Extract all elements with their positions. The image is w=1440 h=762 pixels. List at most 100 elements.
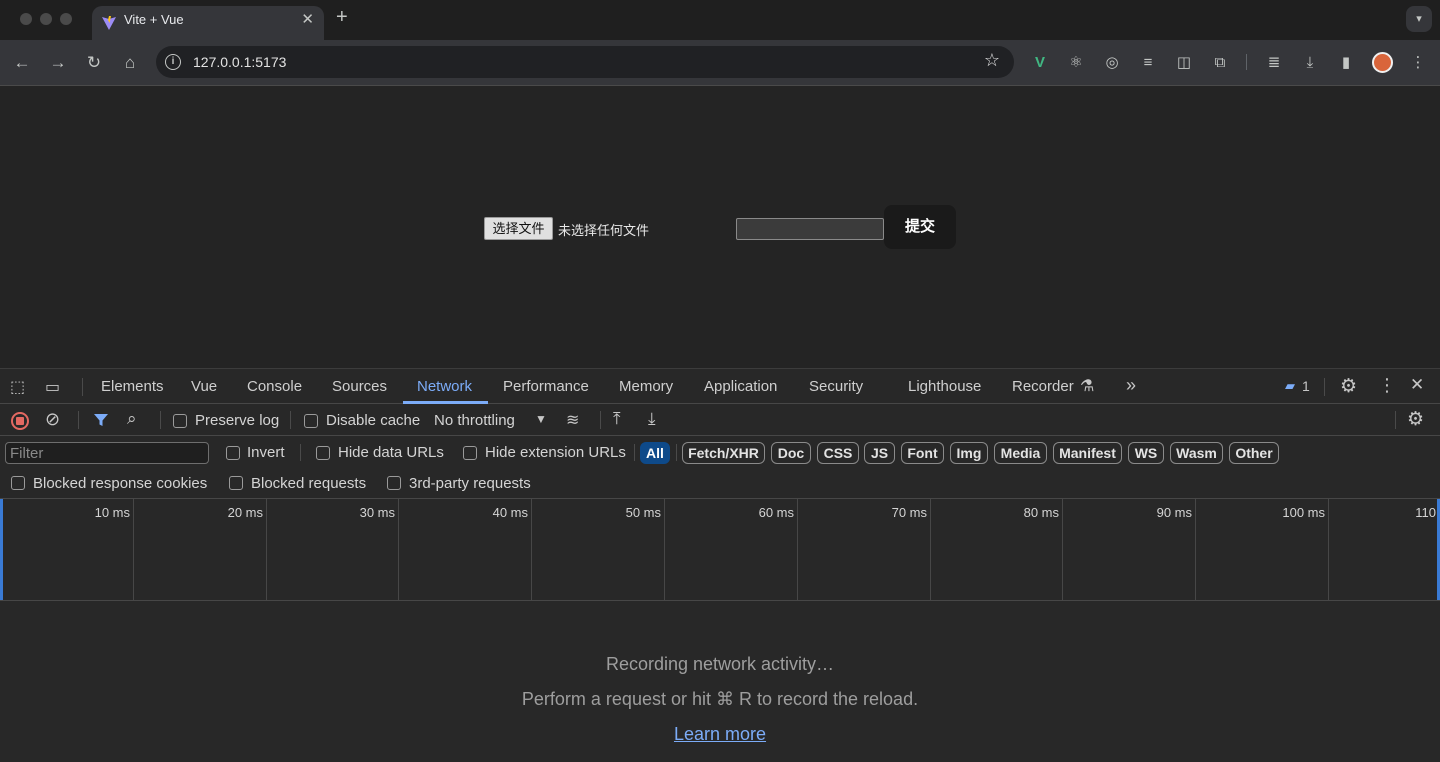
choose-file-button[interactable]: 选择文件 (484, 217, 553, 240)
target-extension-icon[interactable]: ◎ (1102, 53, 1122, 73)
reload-icon[interactable]: ↻ (81, 50, 107, 76)
network-settings-gear-icon[interactable]: ⚙ (1407, 408, 1424, 431)
preserve-log-label[interactable]: Preserve log (195, 412, 279, 429)
browser-tab[interactable]: Vite + Vue ✕ (92, 6, 324, 40)
file-status-text: 未选择任何文件 (558, 223, 650, 238)
blocked-requests-label[interactable]: Blocked requests (251, 475, 366, 492)
messages-count[interactable]: 1 (1302, 378, 1310, 394)
disable-cache-label[interactable]: Disable cache (326, 412, 420, 429)
react-extension-icon[interactable]: ⚛ (1066, 53, 1086, 73)
timeline-gridline (664, 499, 665, 600)
type-filter-doc[interactable]: Doc (771, 442, 811, 464)
tab-performance[interactable]: Performance (503, 378, 589, 395)
vite-icon (102, 16, 116, 30)
third-party-requests-label[interactable]: 3rd-party requests (409, 475, 531, 492)
vue-devtools-extension-icon[interactable]: V (1030, 53, 1050, 73)
search-icon[interactable]: ⌕ (127, 409, 137, 429)
back-icon[interactable]: ← (9, 50, 35, 76)
invert-checkbox[interactable] (226, 446, 240, 460)
redux-extension-icon[interactable]: ≡ (1138, 53, 1158, 73)
download-icon[interactable]: ⤓ (1300, 53, 1320, 73)
tab-security[interactable]: Security (809, 378, 863, 395)
inspect-element-icon[interactable]: ⬚ (10, 377, 25, 397)
tab-console[interactable]: Console (247, 378, 302, 395)
blocked-requests-checkbox[interactable] (229, 476, 243, 490)
device-toolbar-icon[interactable]: ▭ (45, 377, 60, 397)
close-tab-icon[interactable]: ✕ (301, 10, 314, 28)
timeline-left-handle[interactable] (0, 499, 3, 600)
tab-application[interactable]: Application (704, 378, 777, 395)
timeline-tick-label: 40 ms (492, 505, 528, 520)
tab-vue[interactable]: Vue (191, 378, 217, 395)
more-menu-icon[interactable]: ⋮ (1408, 53, 1428, 73)
new-tab-button[interactable]: + (336, 6, 348, 29)
type-filter-css[interactable]: CSS (817, 442, 859, 464)
type-filter-wasm[interactable]: Wasm (1170, 442, 1223, 464)
glasses-extension-icon[interactable]: ◫ (1174, 53, 1194, 73)
home-icon[interactable]: ⌂ (117, 50, 143, 76)
tab-lighthouse[interactable]: Lighthouse (908, 378, 981, 395)
preserve-log-checkbox[interactable] (173, 414, 187, 428)
tab-search-chevron-icon[interactable]: ▾ (1406, 6, 1432, 32)
bookmark-star-icon[interactable]: ☆ (984, 50, 1000, 71)
messages-icon[interactable]: ▰ (1285, 378, 1295, 394)
type-filter-img[interactable]: Img (950, 442, 988, 464)
throttling-select[interactable]: No throttling (434, 412, 515, 429)
side-panel-icon[interactable]: ▮ (1336, 53, 1356, 73)
blocked-filters-row: Blocked response cookies Blocked request… (0, 467, 1440, 499)
type-filter-other[interactable]: Other (1229, 442, 1279, 464)
tab-memory[interactable]: Memory (619, 378, 673, 395)
network-overview-timeline[interactable]: 10 ms 20 ms 30 ms 40 ms 50 ms 60 ms 70 ms 80 ms… (0, 499, 1440, 601)
export-har-icon[interactable]: ⤓ (648, 409, 656, 429)
disable-cache-checkbox[interactable] (304, 414, 318, 428)
record-stop-icon[interactable] (11, 412, 29, 430)
tab-sources[interactable]: Sources (332, 378, 387, 395)
settings-gear-icon[interactable]: ⚙ (1340, 375, 1357, 398)
submit-button[interactable]: 提交 (884, 205, 956, 249)
media-queue-icon[interactable]: ≣ (1264, 53, 1284, 73)
type-filter-ws[interactable]: WS (1128, 442, 1164, 464)
type-filter-media[interactable]: Media (994, 442, 1047, 464)
clear-icon[interactable]: ⊘ (45, 409, 60, 430)
filter-funnel-icon[interactable] (93, 412, 109, 428)
learn-more-link: Learn more (0, 724, 1440, 745)
site-info-icon[interactable]: i (165, 54, 181, 70)
throttling-dropdown-icon[interactable]: ▼ (535, 412, 547, 426)
network-conditions-icon[interactable]: ≋ (566, 410, 579, 430)
blocked-response-cookies-checkbox[interactable] (11, 476, 25, 490)
minimize-window-button[interactable] (40, 13, 52, 25)
more-tabs-chevron-icon[interactable]: » (1126, 375, 1136, 396)
type-filter-font[interactable]: Font (901, 442, 944, 464)
puzzle-extensions-icon[interactable]: ⧉ (1210, 53, 1230, 73)
customize-menu-icon[interactable]: ⋮ (1378, 375, 1396, 396)
invert-label[interactable]: Invert (247, 444, 285, 461)
network-toolbar: ⊘ ⌕ Preserve log Disable cache No thrott… (0, 404, 1440, 436)
filter-input[interactable]: Filter (5, 442, 209, 464)
address-bar[interactable]: i 127.0.0.1:5173 ☆ (156, 46, 1014, 78)
learn-more-link-text[interactable]: Learn more (674, 724, 766, 744)
address-url[interactable]: 127.0.0.1:5173 (193, 54, 286, 70)
type-filter-js[interactable]: JS (864, 442, 895, 464)
text-input[interactable] (736, 218, 884, 240)
hide-extension-urls-checkbox[interactable] (463, 446, 477, 460)
type-filter-manifest[interactable]: Manifest (1053, 442, 1122, 464)
third-party-requests-checkbox[interactable] (387, 476, 401, 490)
close-devtools-icon[interactable]: ✕ (1410, 375, 1424, 395)
blocked-response-cookies-label[interactable]: Blocked response cookies (33, 475, 207, 492)
divider (1324, 378, 1325, 396)
profile-avatar[interactable] (1372, 52, 1393, 73)
forward-icon[interactable]: → (45, 50, 71, 76)
hide-data-urls-checkbox[interactable] (316, 446, 330, 460)
zoom-window-button[interactable] (60, 13, 72, 25)
close-window-button[interactable] (20, 13, 32, 25)
type-filter-fetch-xhr[interactable]: Fetch/XHR (682, 442, 765, 464)
type-filter-all[interactable]: All (640, 442, 670, 464)
timeline-tick-label: 60 ms (758, 505, 794, 520)
import-har-icon[interactable]: ⤒ (613, 409, 621, 429)
tab-network[interactable]: Network (417, 378, 472, 395)
hide-extension-urls-label[interactable]: Hide extension URLs (485, 444, 626, 461)
tab-elements[interactable]: Elements (101, 378, 164, 395)
timeline-tick-label: 80 ms (1023, 505, 1059, 520)
tab-recorder[interactable]: Recorder (1012, 378, 1074, 395)
hide-data-urls-label[interactable]: Hide data URLs (338, 444, 444, 461)
